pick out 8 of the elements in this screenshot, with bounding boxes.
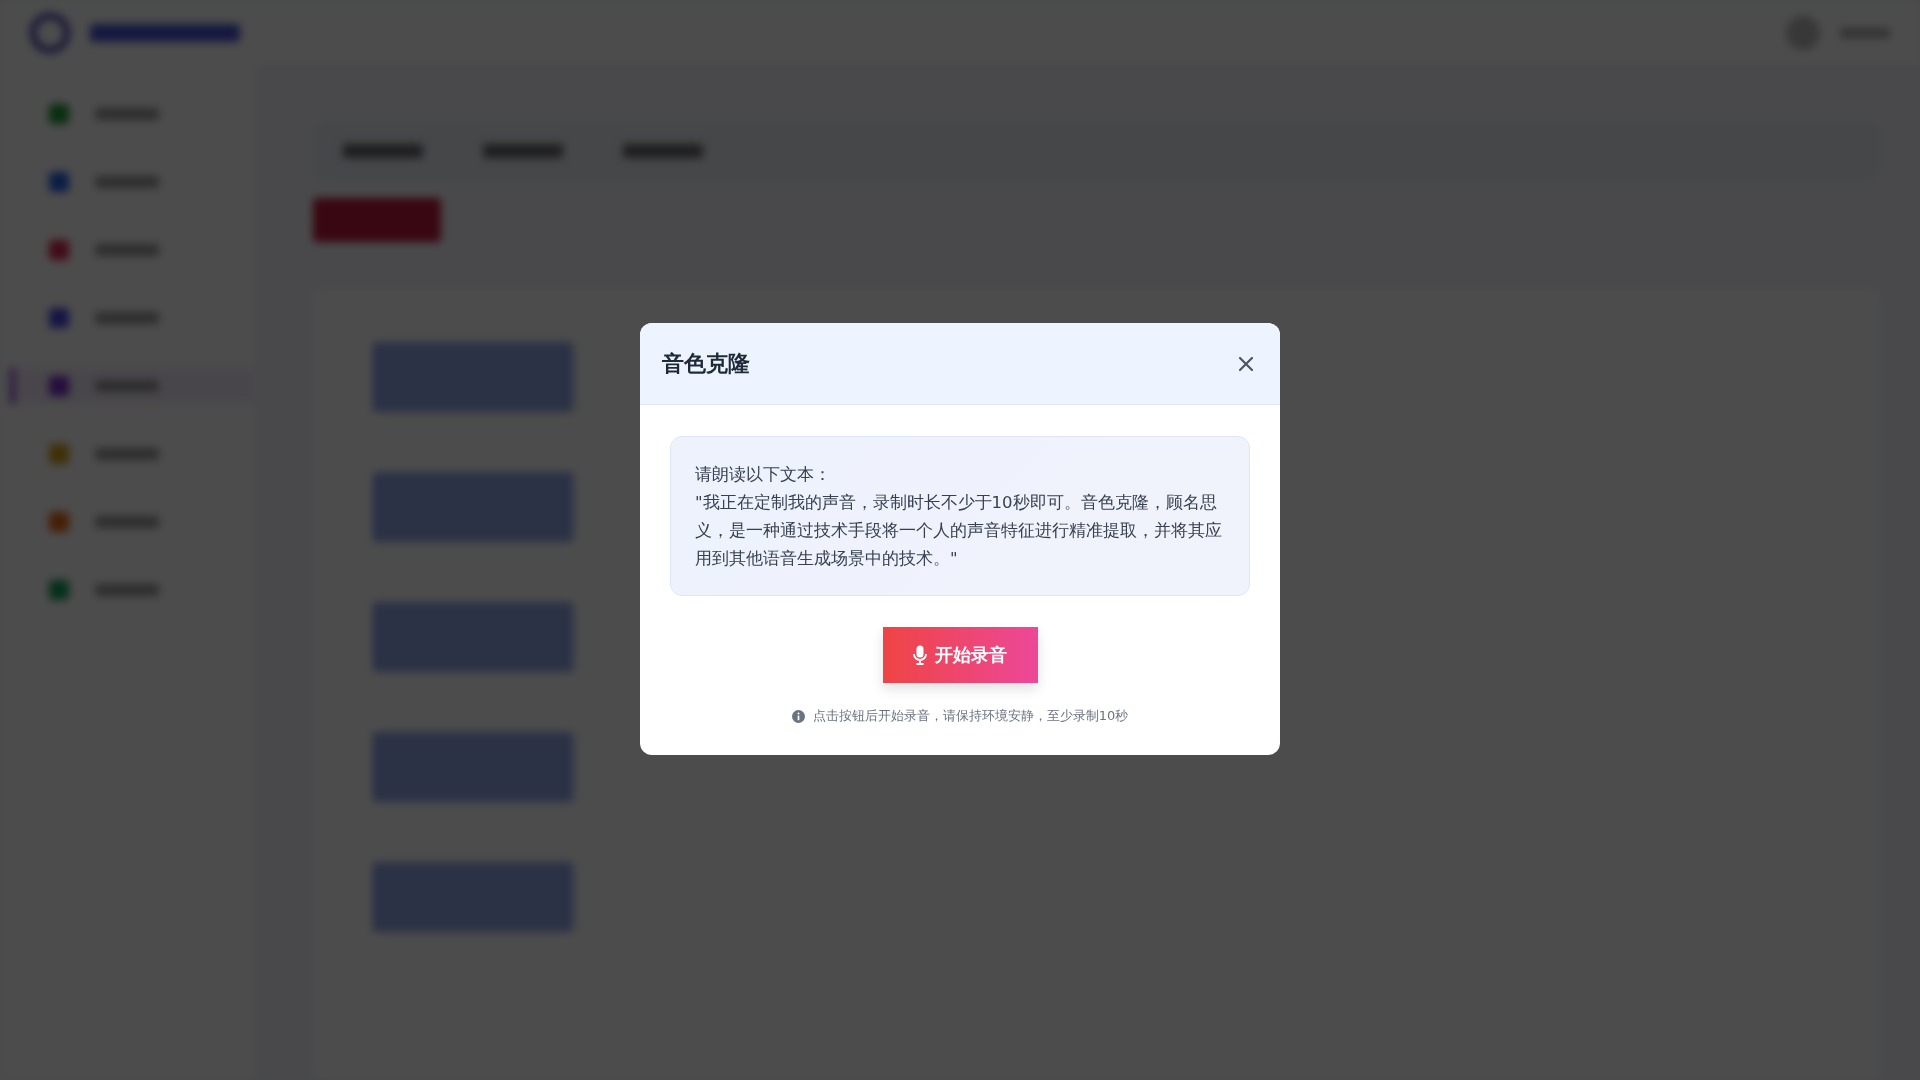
- info-icon: [791, 709, 805, 723]
- recording-hint: 点击按钮后开始录音，请保持环境安静，至少录制10秒: [812, 707, 1129, 725]
- microphone-icon: [913, 645, 927, 665]
- start-recording-button[interactable]: 开始录音: [882, 627, 1038, 683]
- dialog-title: 音色克隆: [662, 349, 750, 378]
- close-icon: [1238, 355, 1254, 372]
- reading-passage: "我正在定制我的声音，录制时长不少于10秒即可。音色克隆，顾名思义，是一种通过技术手段将一个人的声音特征进行精准提取，并将其应用到其他语音生成场景中的技术。": [695, 492, 1223, 570]
- reading-instruction: 请朗读以下文本：: [695, 464, 832, 486]
